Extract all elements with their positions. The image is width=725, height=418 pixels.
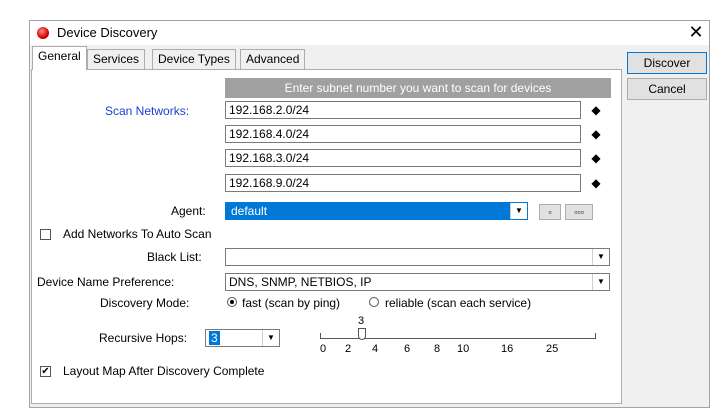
discovery-mode-label: Discovery Mode: [100, 296, 190, 310]
auto-scan-checkbox[interactable] [40, 229, 51, 240]
tab-services[interactable]: Services [87, 49, 146, 69]
recursive-hops-value: 3 [209, 331, 220, 345]
slider-value-label: 3 [358, 315, 365, 327]
tab-general[interactable]: General [32, 46, 87, 70]
layout-map-label: Layout Map After Discovery Complete [63, 364, 265, 378]
auto-scan-label: Add Networks To Auto Scan [63, 227, 212, 241]
chevron-down-icon[interactable]: ▼ [262, 330, 279, 346]
device-name-preference-select[interactable]: DNS, SNMP, NETBIOS, IP ▼ [225, 273, 610, 291]
discovery-mode-fast-radio[interactable] [227, 297, 237, 307]
slider-tick-label: 16 [501, 343, 514, 355]
checkmark-icon: ✔ [41, 366, 50, 377]
agent-select[interactable]: default ▼ [225, 202, 528, 220]
recursive-hops-select[interactable]: 3 ▼ [205, 329, 280, 347]
slider-thumb[interactable] [358, 328, 366, 340]
slider-tick-label: 6 [404, 343, 411, 355]
agent-edit-button[interactable]: ▫ [539, 204, 561, 220]
tab-advanced[interactable]: Advanced [240, 49, 306, 69]
scan-network-2-spin-icon[interactable]: ◆ [590, 125, 602, 143]
scan-network-1-spin-icon[interactable]: ◆ [590, 101, 602, 119]
scan-network-field-2[interactable]: 192.168.4.0/24 [225, 125, 581, 143]
slider-tick-label: 10 [457, 343, 470, 355]
agent-label: Agent: [171, 204, 206, 218]
scan-network-4-spin-icon[interactable]: ◆ [590, 174, 602, 192]
scan-network-field-3[interactable]: 192.168.3.0/24 [225, 149, 581, 167]
agent-value: default [229, 204, 270, 218]
discover-button[interactable]: Discover [627, 52, 707, 74]
device-discovery-dialog: Device Discovery ✕ General Services Devi… [29, 20, 710, 408]
title-bar: Device Discovery ✕ [30, 21, 709, 45]
slider-tick-label: 8 [434, 343, 441, 355]
slider-tick-label: 2 [345, 343, 352, 355]
device-name-preference-label: Device Name Preference: [37, 275, 175, 289]
chevron-down-icon[interactable]: ▼ [510, 203, 527, 219]
chevron-down-icon[interactable]: ▼ [592, 249, 609, 265]
tab-device-types[interactable]: Device Types [152, 49, 236, 69]
close-icon[interactable]: ✕ [686, 22, 706, 42]
subnet-hint-banner: Enter subnet number you want to scan for… [225, 78, 611, 98]
discovery-mode-reliable-label: reliable (scan each service) [385, 296, 532, 310]
scan-networks-label: Scan Networks: [105, 104, 190, 118]
scan-network-field-4[interactable]: 192.168.9.0/24 [225, 174, 581, 192]
recursive-hops-label: Recursive Hops: [99, 331, 188, 345]
black-list-label: Black List: [147, 250, 202, 264]
recursive-hops-slider[interactable]: 3 0 2 4 6 8 10 16 25 [320, 315, 600, 359]
black-list-select[interactable]: ▼ [225, 248, 610, 266]
chevron-down-icon[interactable]: ▼ [592, 274, 609, 290]
window-title: Device Discovery [57, 25, 158, 40]
app-icon [37, 27, 49, 39]
layout-map-checkbox[interactable]: ✔ [40, 366, 51, 377]
cancel-button[interactable]: Cancel [627, 78, 707, 100]
agent-browse-button[interactable]: ▫▫▫ [565, 204, 593, 220]
discovery-mode-fast-label: fast (scan by ping) [242, 296, 341, 310]
scan-network-3-spin-icon[interactable]: ◆ [590, 149, 602, 167]
slider-tick-label: 4 [372, 343, 379, 355]
discovery-mode-reliable-radio[interactable] [369, 297, 379, 307]
slider-tick-label: 0 [320, 343, 327, 355]
scan-network-field-1[interactable]: 192.168.2.0/24 [225, 101, 581, 119]
device-name-preference-value: DNS, SNMP, NETBIOS, IP [229, 275, 372, 289]
slider-tick-label: 25 [546, 343, 559, 355]
